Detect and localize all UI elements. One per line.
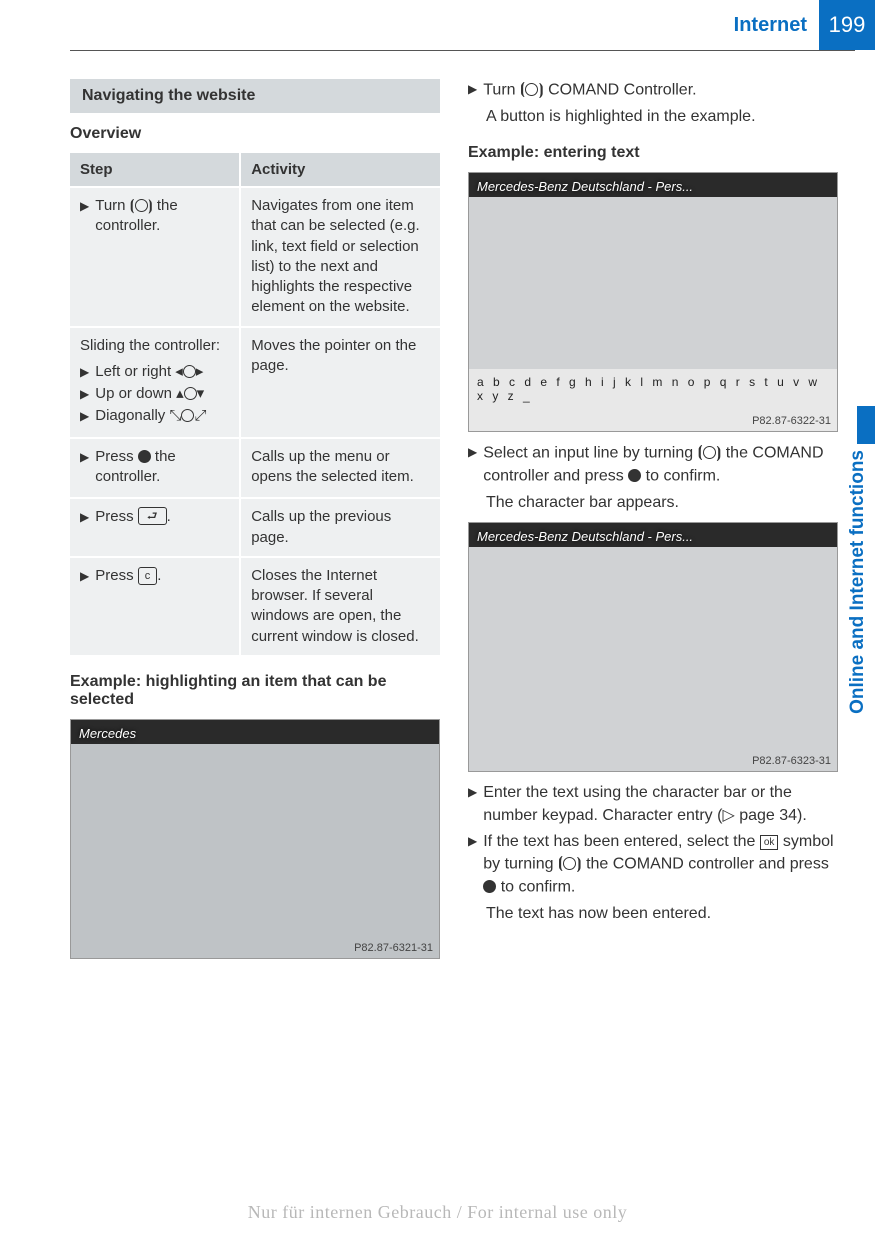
screenshot-enter-text-2: Mercedes-Benz Deutschland - Pers... P82.… [468, 522, 838, 772]
page-number: 199 [819, 0, 875, 50]
press-knob-icon [628, 465, 641, 487]
section-banner: Navigating the website [70, 79, 440, 113]
screenshot-windowtitle: Mercedes [79, 726, 136, 741]
right-column: ▶ Turn ⦗⦘ COMAND Controller. A button is… [468, 79, 838, 969]
overview-table: Step Activity ▶ Turn ⦗⦘ the controller. … [70, 153, 440, 655]
content-area: Navigating the website Overview Step Act… [0, 51, 875, 969]
instruction-step: ▶ Turn ⦗⦘ COMAND Controller. [468, 79, 838, 102]
activity-text: Closes the Internet browser. If several … [240, 557, 440, 655]
triangle-icon: ▶ [80, 362, 89, 382]
triangle-icon: ▶ [80, 196, 89, 216]
turn-knob-icon: ⦗⦘ [698, 442, 722, 464]
instruction-result: The character bar appears. [486, 492, 838, 514]
watermark-text: Nur für internen Gebrauch / For internal… [0, 1202, 875, 1223]
table-row: ▶ Press c. Closes the Internet browser. … [70, 557, 440, 655]
instruction-step: ▶ If the text has been entered, select t… [468, 831, 838, 899]
row-intro: Sliding the controller: [80, 336, 229, 356]
col-step: Step [70, 153, 240, 187]
triangle-icon: ▶ [468, 442, 477, 488]
triangle-icon: ▶ [80, 566, 89, 586]
turn-knob-icon: ⦗⦘ [130, 196, 153, 216]
table-row: ▶ Turn ⦗⦘ the controller. Navigates from… [70, 187, 440, 327]
triangle-icon: ▶ [468, 79, 477, 102]
step-text: Press the controller. [95, 447, 229, 488]
instruction-result: A button is highlighted in the example. [486, 106, 838, 128]
activity-text: Moves the pointer on the page. [240, 327, 440, 438]
image-caption: P82.87-6323-31 [752, 755, 831, 767]
instruction-step: ▶ Select an input line by turning ⦗⦘ the… [468, 442, 838, 488]
triangle-icon: ▶ [468, 831, 477, 899]
image-caption: P82.87-6321-31 [354, 942, 433, 954]
activity-text: Navigates from one item that can be sele… [240, 187, 440, 327]
screenshot-highlight-item: Mercedes P82.87-6321-31 [70, 719, 440, 959]
step-text: Press ⮐. [95, 507, 171, 527]
step-text: Turn ⦗⦘ the controller. [95, 196, 229, 237]
example-heading: Example: highlighting an item that can b… [70, 673, 440, 709]
step-text: Press c. [95, 566, 161, 586]
example-entering-text-heading: Example: entering text [468, 144, 838, 162]
back-button-icon: ⮐ [138, 507, 167, 525]
c-button-icon: c [138, 567, 158, 585]
table-row: ▶ Press the controller. Calls up the men… [70, 438, 440, 499]
step-text: Diagonally ⤡⤢ [95, 406, 206, 426]
table-header-row: Step Activity [70, 153, 440, 187]
slide-ud-icon: ▴▾ [176, 384, 204, 404]
header-title: Internet [734, 0, 819, 50]
press-knob-icon [483, 876, 496, 898]
instruction-result: The text has now been entered. [486, 903, 838, 925]
overview-heading: Overview [70, 125, 440, 143]
triangle-icon: ▶ [80, 384, 89, 404]
page-header: Internet 199 [0, 0, 875, 50]
table-row: Sliding the controller: ▶ Left or right … [70, 327, 440, 438]
activity-text: Calls up the menu or opens the selected … [240, 438, 440, 499]
thumb-tab-mark [857, 406, 875, 444]
turn-knob-icon: ⦗⦘ [520, 79, 544, 101]
activity-text: Calls up the previous page. [240, 498, 440, 557]
instruction-step: ▶ Enter the text using the character bar… [468, 782, 838, 827]
screenshot-windowtitle: Mercedes-Benz Deutschland - Pers... [477, 529, 693, 544]
slide-diag-icon: ⤡⤢ [169, 406, 206, 426]
screenshot-enter-text-1: Mercedes-Benz Deutschland - Pers... a b … [468, 172, 838, 432]
thumb-tab-label: Online and Internet functions [841, 440, 875, 724]
left-column: Navigating the website Overview Step Act… [70, 79, 440, 969]
character-bar: a b c d e f g h i j k l m n o p q r s t … [477, 375, 829, 403]
triangle-icon: ▶ [80, 507, 89, 527]
image-caption: P82.87-6322-31 [752, 415, 831, 427]
table-row: ▶ Press ⮐. Calls up the previous page. [70, 498, 440, 557]
triangle-icon: ▶ [80, 447, 89, 467]
slide-lr-icon: ◂▸ [175, 362, 203, 382]
triangle-icon: ▶ [468, 782, 477, 827]
step-text: Left or right ◂▸ [95, 362, 203, 382]
triangle-icon: ▶ [80, 406, 89, 426]
press-knob-icon [138, 447, 151, 467]
screenshot-windowtitle: Mercedes-Benz Deutschland - Pers... [477, 179, 693, 194]
turn-knob-icon: ⦗⦘ [558, 853, 582, 875]
ok-symbol-icon: ok [760, 835, 779, 850]
step-text: Up or down ▴▾ [95, 384, 204, 404]
col-activity: Activity [240, 153, 440, 187]
